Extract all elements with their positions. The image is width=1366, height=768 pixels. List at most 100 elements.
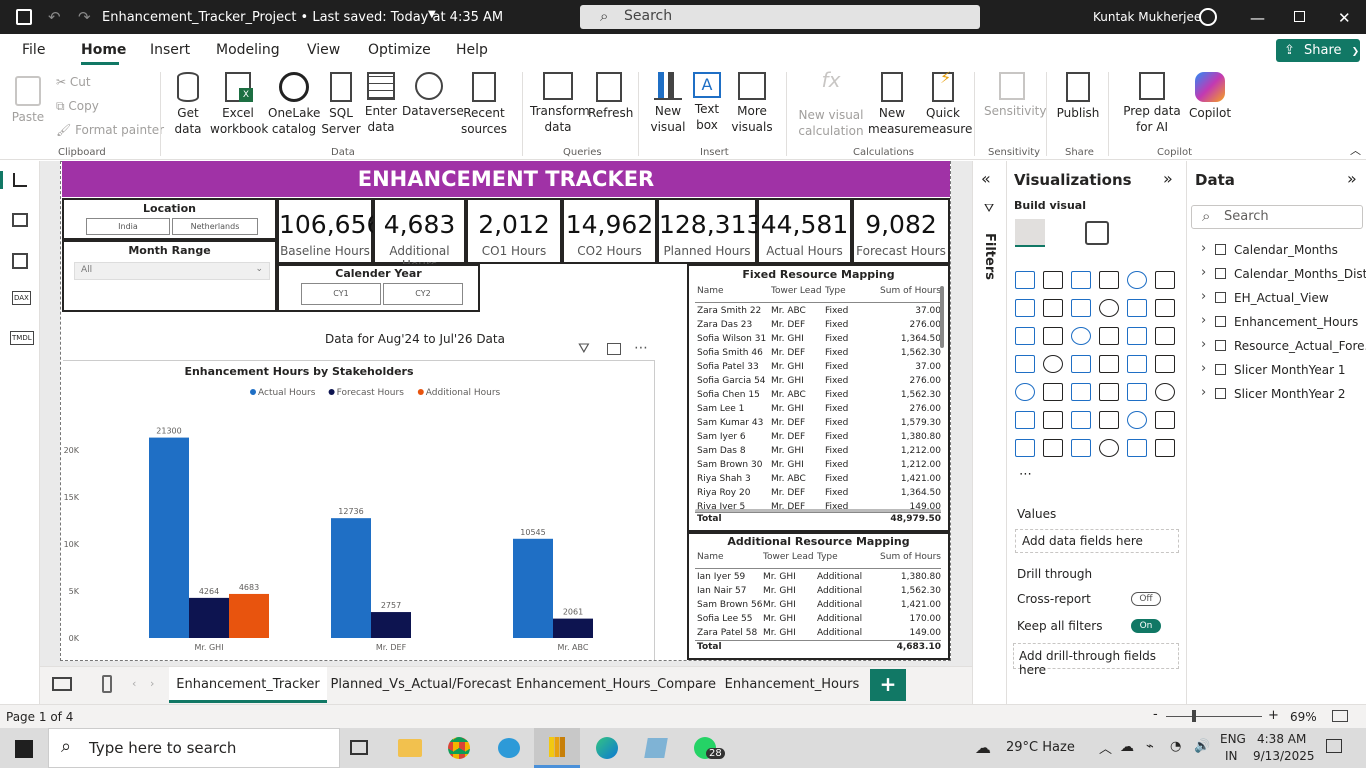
- 100-bar-icon[interactable]: [1127, 271, 1147, 289]
- key-influencers-icon[interactable]: [1043, 411, 1063, 429]
- data-search-input[interactable]: ⌕ Search: [1191, 205, 1363, 229]
- sensitivity-button[interactable]: Sensitivity: [984, 72, 1046, 119]
- tab-planned-vs-actual[interactable]: Planned_Vs_Actual/Forecast: [328, 667, 514, 703]
- goals-icon[interactable]: [1155, 411, 1175, 429]
- field-table-item[interactable]: › Enhancement_Hours: [1199, 313, 1365, 333]
- image-icon[interactable]: [1099, 439, 1119, 457]
- zoom-slider[interactable]: [1166, 716, 1262, 717]
- notifications-icon[interactable]: [1326, 739, 1342, 753]
- transform-data-button[interactable]: Transform data: [530, 72, 590, 135]
- table-row[interactable]: Sofia Wilson 31 Mr. GHI Fixed 1,364.50: [695, 334, 941, 348]
- network-icon[interactable]: ⌁: [1146, 739, 1154, 754]
- column-header[interactable]: Tower Lead: [771, 286, 822, 296]
- funnel-icon[interactable]: [1071, 327, 1091, 345]
- model-view-icon[interactable]: [12, 253, 28, 269]
- focus-mode-icon[interactable]: [607, 343, 621, 355]
- volume-icon[interactable]: 🔊: [1194, 739, 1210, 754]
- user-name[interactable]: Kuntak Mukherjee: [1093, 10, 1201, 24]
- excel-workbook-button[interactable]: X Excel workbook: [210, 72, 268, 137]
- menu-home[interactable]: Home: [81, 42, 126, 58]
- show-hidden-icons-icon[interactable]: ︿: [1099, 738, 1112, 757]
- prep-data-ai-button[interactable]: Prep data for AI: [1116, 72, 1188, 135]
- table-row[interactable]: Ian Nair 57 Mr. GHI Additional 1,562.30: [695, 586, 941, 600]
- table-row[interactable]: Zara Das 23 Mr. DEF Fixed 276.00: [695, 320, 941, 334]
- arrow-icon[interactable]: [1155, 439, 1175, 457]
- column-header[interactable]: Name: [697, 286, 724, 296]
- next-page-icon[interactable]: ›: [150, 677, 154, 690]
- quick-measure-button[interactable]: ⚡ Quick measure: [920, 70, 972, 137]
- stacked-column-icon[interactable]: [1043, 271, 1063, 289]
- wifi-icon[interactable]: ◔: [1170, 739, 1181, 754]
- filter-icon[interactable]: ⛛: [578, 341, 590, 357]
- more-visuals-dots-icon[interactable]: ⋯: [1019, 467, 1032, 482]
- windows-start-icon[interactable]: [15, 740, 33, 758]
- chevron-right-icon[interactable]: ›: [1201, 385, 1206, 400]
- collapse-pane-icon[interactable]: »: [1347, 169, 1357, 188]
- line-column-icon[interactable]: [1155, 299, 1175, 317]
- ribbon-chart-icon[interactable]: [1099, 299, 1119, 317]
- table-row[interactable]: Sam Das 8 Mr. GHI Fixed 1,212.00: [695, 446, 941, 460]
- table-row[interactable]: Sam Iyer 6 Mr. DEF Fixed 1,380.80: [695, 432, 941, 446]
- stacked-area-icon[interactable]: [1071, 299, 1091, 317]
- clock-time[interactable]: 4:38 AM: [1257, 732, 1306, 746]
- menu-insert[interactable]: Insert: [150, 42, 190, 58]
- recent-sources-button[interactable]: Recent sources: [458, 72, 510, 137]
- drill-through-drop-zone[interactable]: Add drill-through fields here: [1013, 643, 1179, 677]
- r-visual-icon[interactable]: [1155, 383, 1175, 401]
- dax-query-icon[interactable]: DAX: [12, 291, 31, 305]
- card-icon[interactable]: [1155, 355, 1175, 373]
- qa-icon[interactable]: [1099, 411, 1119, 429]
- slicer-option-netherlands[interactable]: Netherlands: [172, 218, 258, 235]
- language-indicator[interactable]: ENG: [1220, 732, 1246, 746]
- fixed-table-body[interactable]: Name Tower Lead Type Sum of Hours Zara Smith…: [695, 286, 941, 510]
- treemap-icon[interactable]: [1015, 355, 1035, 373]
- zoom-in-button[interactable]: +: [1268, 708, 1279, 723]
- desktop-layout-icon[interactable]: [52, 677, 72, 691]
- menu-help[interactable]: Help: [456, 42, 488, 58]
- chevron-right-icon[interactable]: ›: [1201, 241, 1206, 256]
- stacked-bar-icon[interactable]: [1015, 271, 1035, 289]
- onelake-catalog-button[interactable]: OneLake catalog: [268, 72, 320, 137]
- table-row[interactable]: Sam Lee 1 Mr. GHI Fixed 276.00: [695, 404, 941, 418]
- table-row[interactable]: Sofia Chen 15 Mr. ABC Fixed 1,562.30: [695, 390, 941, 404]
- menu-view[interactable]: View: [307, 42, 340, 58]
- enter-data-button[interactable]: Enter data: [364, 72, 398, 135]
- clustered-bar-icon[interactable]: [1071, 271, 1091, 289]
- field-table-item[interactable]: › Slicer MonthYear 2: [1199, 385, 1365, 405]
- pie-icon[interactable]: [1127, 327, 1147, 345]
- task-view-icon[interactable]: [350, 740, 368, 755]
- menu-modeling[interactable]: Modeling: [216, 42, 280, 58]
- format-visual-tab-icon[interactable]: [1085, 221, 1109, 245]
- filters-pane-collapsed[interactable]: « ⛛ Filters: [972, 161, 1006, 707]
- slicer-option-cy2[interactable]: CY2: [383, 283, 463, 305]
- gauge-icon[interactable]: [1127, 355, 1147, 373]
- diamond-icon[interactable]: [1127, 439, 1147, 457]
- text-box-button[interactable]: A Text box: [690, 72, 724, 133]
- publish-button[interactable]: Publish: [1056, 72, 1100, 121]
- chevron-down-icon[interactable]: ▼: [428, 9, 436, 20]
- table-row[interactable]: Sam Brown 56 Mr. GHI Additional 1,421.00: [695, 600, 941, 614]
- column-header[interactable]: Name: [697, 552, 724, 562]
- power-automate-icon[interactable]: [1071, 439, 1091, 457]
- chevron-right-icon[interactable]: ›: [1201, 361, 1206, 376]
- chrome-icon[interactable]: [448, 737, 470, 759]
- paginated-report-icon[interactable]: [1015, 439, 1035, 457]
- clustered-column-icon[interactable]: [1099, 271, 1119, 289]
- ribbon-column-icon[interactable]: [1043, 327, 1063, 345]
- refresh-button[interactable]: Refresh: [588, 72, 633, 121]
- table-row[interactable]: Sam Kumar 43 Mr. DEF Fixed 1,579.30: [695, 418, 941, 432]
- keep-filters-toggle[interactable]: On: [1131, 619, 1161, 633]
- table-icon[interactable]: [1099, 383, 1119, 401]
- save-icon[interactable]: [16, 9, 32, 25]
- column-header[interactable]: Type: [817, 552, 838, 562]
- values-drop-zone[interactable]: Add data fields here: [1015, 529, 1179, 553]
- copilot-button[interactable]: Copilot: [1188, 72, 1232, 121]
- chevron-right-icon[interactable]: ›: [1201, 313, 1206, 328]
- waterfall-icon[interactable]: [1127, 299, 1147, 317]
- slicer-icon[interactable]: [1071, 383, 1091, 401]
- add-page-button[interactable]: +: [870, 669, 906, 701]
- zoom-level[interactable]: 69%: [1290, 710, 1317, 724]
- 100-column-icon[interactable]: [1155, 271, 1175, 289]
- slicer-option-india[interactable]: India: [86, 218, 170, 235]
- power-apps-icon[interactable]: [1043, 439, 1063, 457]
